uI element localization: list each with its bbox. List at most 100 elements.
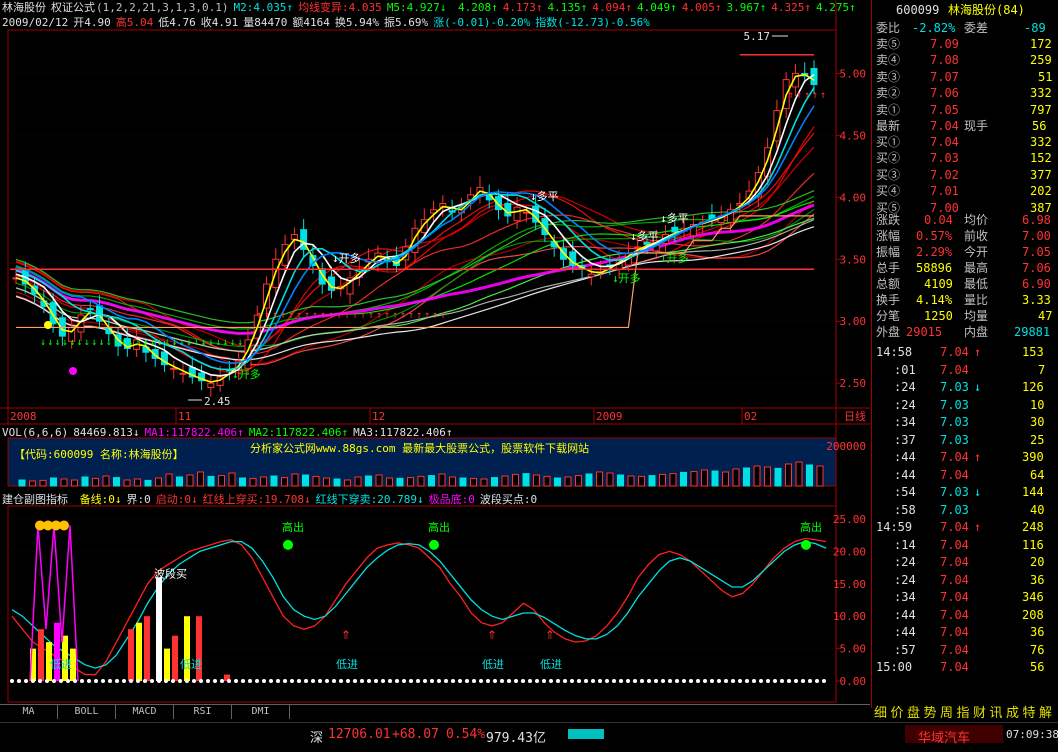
ma-list: 4.208↑ 4.173↑ 4.135↑ 4.094↑ 4.049↑ 4.005↑ 3.96…: [458, 1, 861, 14]
baseline-dot: [157, 679, 161, 684]
tick-row[interactable]: :24 7.04 36: [872, 572, 1052, 588]
chart-area[interactable]: 5.00 4.50 4.00 3.50 3.00 2.50 2008 11 12 2009 02 日线…: [0, 0, 870, 708]
tick-price: 7.04: [940, 572, 969, 587]
tick-row[interactable]: :34 7.03 30: [872, 414, 1052, 430]
tick-price: 7.03: [940, 380, 969, 394]
tick-row[interactable]: :24 7.04 20: [872, 554, 1052, 570]
high-marker: [283, 539, 293, 550]
baseline-dot: [339, 679, 343, 684]
m2-value: M2:4.035↑: [233, 1, 294, 14]
right-tab[interactable]: 财: [973, 702, 986, 721]
green-arrow: ↓: [215, 337, 221, 348]
tick-row[interactable]: 15:00 7.04 56: [872, 659, 1052, 675]
tick-row[interactable]: :14 7.04 116: [872, 537, 1052, 553]
tick-row[interactable]: :54 7.03 ↓ 144: [872, 484, 1052, 500]
volume-bar: [144, 479, 152, 487]
kline-chart-svg[interactable]: 5.00 4.50 4.00 3.50 3.00 2.50 2008 11 12 2009 02 日线…: [0, 0, 870, 708]
moving-average-line: [15, 172, 815, 355]
signal-annotation: ↓开多: [332, 251, 361, 265]
tab-ma[interactable]: MA: [0, 705, 58, 719]
tick-price: 7.04: [940, 607, 969, 622]
volume-bar: [659, 473, 666, 487]
y-tick-label: 3.50: [840, 253, 867, 266]
baseline-dot: [38, 679, 42, 684]
baseline-dot: [801, 679, 805, 684]
volume-bar: [543, 475, 551, 487]
baseline-dot: [626, 679, 630, 684]
high-label: 高出: [800, 520, 822, 534]
tick-row[interactable]: 14:58 7.04 ↑ 153: [872, 344, 1052, 360]
right-tab[interactable]: 成: [1006, 702, 1019, 721]
baseline-dot: [108, 679, 112, 684]
volume-bar: [218, 475, 225, 487]
right-tab[interactable]: 盘: [907, 702, 920, 721]
tick-row[interactable]: :44 7.04 208: [872, 607, 1052, 623]
tick-time: :24: [894, 397, 916, 412]
volume-bar: [438, 473, 446, 487]
latest-value: 7.04: [930, 119, 959, 133]
tick-row[interactable]: :37 7.03 25: [872, 432, 1052, 448]
tick-row[interactable]: 14:59 7.04 ↑ 248: [872, 519, 1052, 535]
vol-label: VOL(6,6,6): [2, 426, 69, 439]
tick-row[interactable]: :34 7.04 346: [872, 589, 1052, 605]
baseline-dot: [507, 679, 511, 684]
baseline-dot: [724, 679, 728, 684]
right-tab[interactable]: 指: [957, 702, 970, 721]
tick-volume: 153: [1022, 345, 1044, 359]
tick-row[interactable]: :57 7.04 76: [872, 642, 1052, 658]
right-tab[interactable]: 解: [1039, 702, 1052, 721]
tab-boll[interactable]: BOLL: [58, 705, 116, 719]
tick-row[interactable]: :44 7.04 ↑ 390: [872, 449, 1052, 465]
buy-row: 买④ 7.01 202: [872, 183, 1052, 199]
right-tab[interactable]: 周: [940, 702, 953, 721]
book-price: 7.03: [930, 151, 959, 166]
market-index: 12706.01: [328, 727, 391, 742]
baseline-dot: [192, 679, 196, 684]
tick-volume: 76: [1030, 642, 1045, 657]
signal-annotation: ↓多平: [630, 229, 659, 243]
ticker-name[interactable]: 华域汽车: [918, 727, 970, 746]
right-tab[interactable]: 细: [874, 702, 887, 721]
baseline-dot: [136, 679, 140, 684]
tick-row[interactable]: :58 7.03 40: [872, 502, 1052, 518]
green-arrow: ↓: [120, 337, 126, 348]
stat-label: 涨跌: [876, 213, 901, 227]
bar-amplitude: 振5.69%: [383, 16, 429, 29]
baseline-dot: [591, 679, 595, 684]
quote-code: 600099: [896, 3, 940, 17]
volume-bar: [312, 475, 320, 487]
tick-price: 7.03: [940, 485, 969, 499]
right-tab[interactable]: 特: [1023, 702, 1036, 721]
ind-y-tick-label: 5.00: [840, 643, 867, 656]
baseline-dot: [248, 679, 252, 684]
red-arrow: ↑: [280, 310, 286, 321]
volume-bar: [512, 473, 519, 487]
tab-rsi[interactable]: RSI: [174, 705, 232, 719]
volume-bar: [459, 477, 467, 487]
volume-bar: [470, 477, 477, 487]
tick-row[interactable]: :44 7.04 36: [872, 624, 1052, 640]
right-tab[interactable]: 讯: [990, 702, 1003, 721]
ma-list-value: 4.049↑: [637, 1, 677, 14]
baseline-dot: [374, 679, 378, 684]
volume-bar: [396, 477, 404, 487]
tick-row[interactable]: :44 7.04 64: [872, 467, 1052, 483]
tick-arrow: ↓: [974, 380, 982, 394]
right-tab[interactable]: 势: [924, 702, 937, 721]
tab-macd[interactable]: MACD: [116, 705, 174, 719]
book-price: 7.06: [930, 86, 959, 101]
quote-panel: 600099 林海股份(84) 委比 -2.82% 委差 -89 卖⑤ 7.09 1…: [871, 0, 1058, 708]
y-tick-label: 4.50: [840, 129, 867, 142]
baseline-dot: [129, 679, 133, 684]
volume-bar: [186, 474, 194, 487]
volume-bar: [480, 478, 488, 487]
tick-row[interactable]: :01 7.04 7: [872, 362, 1052, 378]
right-tab[interactable]: 价: [891, 702, 904, 721]
tab-dmi[interactable]: DMI: [232, 705, 290, 719]
volume-bar: [638, 475, 645, 487]
tick-time: :34: [894, 590, 916, 604]
book-volume: 202: [1030, 184, 1052, 199]
tick-row[interactable]: :24 7.03 ↓ 126: [872, 379, 1052, 395]
tick-row[interactable]: :24 7.03 10: [872, 397, 1052, 413]
baseline-dot: [794, 679, 798, 684]
